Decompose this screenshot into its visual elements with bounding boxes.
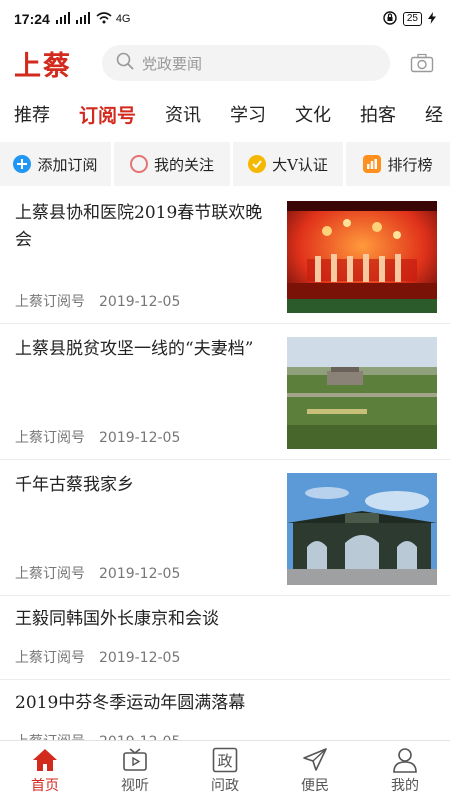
lock-icon xyxy=(383,10,397,28)
quick-action-button[interactable]: 大V认证 xyxy=(233,142,343,186)
signal-icon xyxy=(55,11,72,27)
ancient-gate-photo[interactable] xyxy=(287,473,437,585)
network-type-icon: 4G xyxy=(115,13,131,25)
quick-action-label: 排行榜 xyxy=(387,155,433,174)
app-logo: 上蔡 xyxy=(14,50,72,82)
category-tabs: 推荐 订阅号 资讯 学习 文化 拍客 经 xyxy=(0,92,450,136)
battery-icon: 25 xyxy=(402,12,422,26)
nav-politics[interactable]: 政 问政 xyxy=(180,741,270,800)
nav-mine[interactable]: 我的 xyxy=(360,741,450,800)
news-source: 上蔡订阅号 xyxy=(15,650,85,666)
news-source: 上蔡订阅号 xyxy=(15,430,85,446)
tab-item[interactable]: 文化 xyxy=(295,101,331,127)
nav-services[interactable]: 便民 xyxy=(270,741,360,800)
search-placeholder: 党政要闻 xyxy=(142,54,203,73)
news-meta: 上蔡订阅号 2019-12-05 xyxy=(15,647,180,667)
quick-action-label: 大V认证 xyxy=(272,155,328,174)
status-right: 25 xyxy=(383,10,436,28)
plus-circle-icon xyxy=(13,155,32,173)
status-bar: 17:24 4G 25 xyxy=(0,0,450,38)
tv-icon xyxy=(122,747,148,773)
news-title[interactable]: 王毅同韩国外长康京和会谈 xyxy=(15,606,435,633)
quick-action-button[interactable]: 排行榜 xyxy=(346,142,450,186)
quick-action-label: 我的关注 xyxy=(153,155,214,174)
nav-politics-label: 问政 xyxy=(211,777,239,794)
news-title[interactable]: 2019中芬冬季运动年圆满落幕 xyxy=(15,690,435,717)
news-meta: 上蔡订阅号 2019-12-05 xyxy=(15,427,180,447)
news-item[interactable]: 王毅同韩国外长康京和会谈 上蔡订阅号 2019-12-05 xyxy=(0,596,450,680)
charging-icon xyxy=(428,11,436,27)
tab-item[interactable]: 资讯 xyxy=(165,101,201,127)
status-time: 17:24 xyxy=(14,11,50,27)
news-title[interactable]: 千年古蔡我家乡 xyxy=(15,472,277,499)
news-title[interactable]: 上蔡县协和医院2019春节联欢晚会 xyxy=(15,200,277,254)
government-icon: 政 xyxy=(212,747,238,773)
tab-item[interactable]: 学习 xyxy=(230,101,266,127)
news-meta: 上蔡订阅号 2019-12-05 xyxy=(15,291,180,311)
signal-icon xyxy=(75,11,92,27)
nav-video[interactable]: 视听 xyxy=(90,741,180,800)
camera-icon[interactable] xyxy=(408,49,436,77)
quick-actions: 添加订阅 我的关注 大V认证 排行榜 xyxy=(0,142,450,186)
send-icon xyxy=(302,747,328,773)
status-icons: 4G xyxy=(55,11,131,27)
news-date: 2019-12-05 xyxy=(99,294,181,310)
nav-services-label: 便民 xyxy=(301,777,329,794)
news-date: 2019-12-05 xyxy=(99,566,181,582)
stage-performance-photo[interactable] xyxy=(287,201,437,313)
news-title[interactable]: 上蔡县脱贫攻坚一线的“夫妻档” xyxy=(15,336,277,363)
news-item[interactable]: 上蔡县脱贫攻坚一线的“夫妻档” 上蔡订阅号 2019-12-05 xyxy=(0,324,450,460)
circle-outline-icon xyxy=(129,155,148,173)
search-icon xyxy=(116,52,134,74)
nav-home[interactable]: 首页 xyxy=(0,741,90,800)
news-source: 上蔡订阅号 xyxy=(15,294,85,310)
nav-home-label: 首页 xyxy=(31,777,59,794)
tab-item[interactable]: 经 xyxy=(425,101,443,127)
news-source: 上蔡订阅号 xyxy=(15,566,85,582)
tab-item[interactable]: 拍客 xyxy=(360,101,396,127)
aerial-gate-photo[interactable] xyxy=(287,337,437,449)
nav-mine-label: 我的 xyxy=(391,777,419,794)
app-header: 上蔡 党政要闻 xyxy=(0,38,450,88)
government-glyph: 政 xyxy=(217,752,232,770)
wifi-icon xyxy=(96,11,112,27)
news-item[interactable]: 千年古蔡我家乡 上蔡订阅号 2019-12-05 xyxy=(0,460,450,596)
nav-video-label: 视听 xyxy=(121,777,149,794)
news-meta: 上蔡订阅号 2019-12-05 xyxy=(15,563,180,583)
search-bar[interactable]: 党政要闻 xyxy=(102,45,390,81)
news-item[interactable]: 上蔡县协和医院2019春节联欢晚会 上蔡订阅号 2019-12-05 xyxy=(0,188,450,324)
home-icon xyxy=(32,747,58,773)
quick-action-button[interactable]: 添加订阅 xyxy=(0,142,111,186)
news-date: 2019-12-05 xyxy=(99,650,181,666)
check-badge-icon xyxy=(248,155,267,173)
tab-item[interactable]: 订阅号 xyxy=(79,101,136,128)
tab-item[interactable]: 推荐 xyxy=(14,101,50,127)
user-icon xyxy=(392,747,418,773)
quick-action-label: 添加订阅 xyxy=(37,155,98,174)
news-list: 上蔡县协和医院2019春节联欢晚会 上蔡订阅号 2019-12-05 上蔡县脱贫… xyxy=(0,188,450,764)
quick-action-button[interactable]: 我的关注 xyxy=(114,142,230,186)
bottom-nav: 首页 视听 政 问政 便民 我的 xyxy=(0,740,450,800)
news-date: 2019-12-05 xyxy=(99,430,181,446)
bar-chart-icon xyxy=(363,155,382,173)
